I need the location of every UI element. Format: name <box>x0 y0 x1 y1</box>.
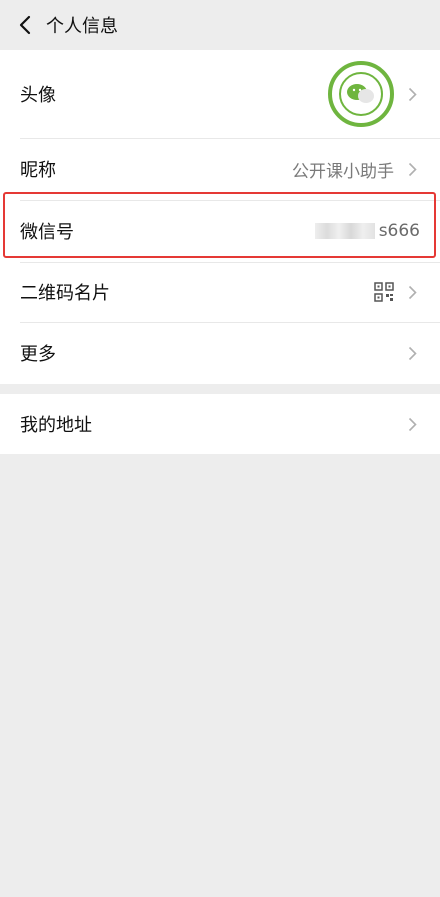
address-group: 我的地址 <box>0 394 440 454</box>
page-title: 个人信息 <box>46 16 118 37</box>
row-qr-card[interactable]: 二维码名片 <box>0 262 440 322</box>
profile-group: 头像 昵称 公开课小助手 微信号 s666 二维码名片 更多 <box>0 50 440 384</box>
row-nickname[interactable]: 昵称 公开课小助手 <box>0 138 440 200</box>
chevron-left-icon <box>19 15 31 35</box>
row-label: 昵称 <box>20 160 56 181</box>
row-label: 二维码名片 <box>20 283 110 304</box>
avatar <box>328 61 394 127</box>
blurred-text <box>314 223 375 239</box>
back-button[interactable] <box>14 14 36 36</box>
wechat-logo-icon <box>347 84 374 103</box>
row-label: 更多 <box>20 344 56 365</box>
row-label: 我的地址 <box>20 415 92 436</box>
row-label: 微信号 <box>20 222 74 243</box>
chevron-right-icon <box>404 284 420 300</box>
row-more[interactable]: 更多 <box>0 322 440 384</box>
nickname-value: 公开课小助手 <box>292 161 394 182</box>
chevron-right-icon <box>404 416 420 432</box>
chevron-right-icon <box>404 161 420 177</box>
chevron-right-icon <box>404 345 420 361</box>
section-divider <box>0 384 440 394</box>
qr-code-icon <box>374 282 394 302</box>
row-address[interactable]: 我的地址 <box>0 394 440 454</box>
nav-bar: 个人信息 <box>0 0 440 50</box>
row-wechat-id[interactable]: 微信号 s666 <box>0 200 440 262</box>
chevron-right-icon <box>404 86 420 102</box>
wechat-id-value: s666 <box>378 221 420 241</box>
row-avatar[interactable]: 头像 <box>0 50 440 138</box>
row-label: 头像 <box>20 85 56 106</box>
